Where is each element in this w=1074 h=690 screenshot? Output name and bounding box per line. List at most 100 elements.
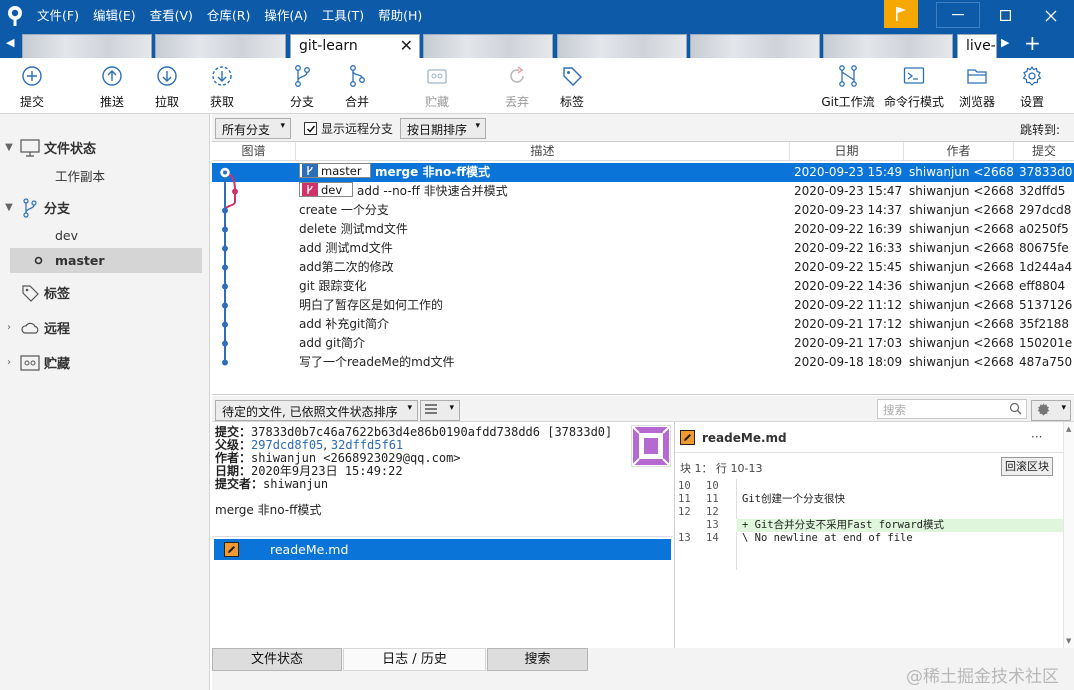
branch-label-badge[interactable]: dev (299, 182, 353, 197)
commit-node[interactable] (222, 207, 228, 214)
sort-dropdown[interactable]: 按日期排序 ▾ (400, 118, 486, 139)
menu-edit[interactable]: 编辑(E) (86, 0, 143, 31)
diff-scrollbar[interactable]: ▲ ▼ (1063, 422, 1074, 648)
stash-button[interactable]: 贮藏 (409, 62, 465, 110)
commit-row[interactable]: add git简介 2020-09-21 17:03 shiwanjun <2668… (212, 334, 1074, 353)
sidebar-file-status[interactable]: ▼ 文件状态 (0, 135, 210, 160)
commit-row[interactable]: master merge 非no-ff模式 2020-09-23 15:49 shiw… (212, 163, 1074, 182)
commit-node[interactable] (222, 283, 228, 290)
tab-repo-3[interactable] (423, 34, 553, 58)
tag-button[interactable]: 标签 (544, 62, 600, 110)
sidebar-stashes[interactable]: › 贮藏 (0, 350, 210, 375)
commit-row[interactable]: 写了一个readeMe的md文件 2020-09-18 18:09 shiwanju… (212, 353, 1074, 372)
maximize-button[interactable] (982, 0, 1028, 31)
show-remote-checkbox[interactable]: 显示远程分支 (304, 120, 393, 137)
column-graph[interactable]: 图谱 (212, 142, 296, 161)
menu-help[interactable]: 帮助(H) (371, 0, 429, 31)
commit-node[interactable] (222, 264, 228, 271)
pull-button[interactable]: 拉取 (139, 62, 195, 110)
commit-node[interactable] (222, 321, 228, 328)
file-row[interactable]: readeMe.md (214, 539, 671, 560)
tab-scroll-right-icon[interactable]: ▶ (1001, 36, 1009, 49)
sidebar-working-copy[interactable]: 工作副本 (0, 163, 210, 188)
tab-log-history[interactable]: 日志 / 历史 (343, 648, 486, 671)
checkbox-checked-icon[interactable] (304, 122, 317, 135)
tab-close-icon[interactable]: ✕ (400, 36, 413, 55)
diff-new-line-number: 10 (706, 480, 719, 492)
commit-button[interactable]: 提交 (4, 62, 60, 110)
tab-repo-6[interactable] (823, 34, 953, 58)
parent-link-1[interactable]: 297dcd8f05 (251, 438, 323, 452)
merge-button[interactable]: 合并 (329, 62, 385, 110)
column-description[interactable]: 描述 (296, 142, 790, 161)
terminal-button[interactable]: 命令行模式 (882, 62, 946, 110)
gitflow-button[interactable]: Git工作流 (818, 62, 878, 110)
commit-row[interactable]: 明白了暂存区是如何工作的 2020-09-22 11:12 shiwanjun <2… (212, 296, 1074, 315)
tab-search[interactable]: 搜索 (487, 648, 588, 671)
discard-button[interactable]: 丢弃 (489, 62, 545, 110)
branch-button[interactable]: 分支 (274, 62, 330, 110)
explorer-button[interactable]: 浏览器 (949, 62, 1005, 110)
commit-hash-cell: 32dffd5 (1019, 184, 1066, 198)
menu-action[interactable]: 操作(A) (257, 0, 314, 31)
commit-node[interactable] (222, 226, 228, 233)
chevron-right-icon[interactable]: › (0, 322, 18, 333)
new-tab-plus-icon[interactable]: + (1024, 31, 1041, 55)
sidebar-branch-dev[interactable]: dev (0, 223, 210, 248)
commit-row[interactable]: delete 测试md文件 2020-09-22 16:39 shiwanjun <… (212, 220, 1074, 239)
search-input[interactable]: 搜索 (877, 399, 1027, 419)
tab-repo-4[interactable] (557, 34, 687, 58)
more-options-icon[interactable]: ··· (1031, 430, 1042, 444)
tab-repo-5[interactable] (690, 34, 820, 58)
chevron-down-icon[interactable]: ▼ (0, 142, 18, 153)
view-mode-dropdown[interactable]: ▾ (420, 400, 460, 421)
tab-repo-1[interactable] (22, 34, 152, 58)
menu-view[interactable]: 查看(V) (143, 0, 200, 31)
column-date[interactable]: 日期 (790, 142, 904, 161)
discard-refresh-icon (489, 62, 545, 90)
minimize-button[interactable] (936, 2, 980, 28)
close-window-button[interactable] (1028, 0, 1074, 31)
column-commit[interactable]: 提交 (1014, 142, 1074, 161)
tag-icon (544, 62, 600, 90)
menu-repository[interactable]: 仓库(R) (200, 0, 257, 31)
parent-link-2[interactable]: 32dffd5f61 (331, 438, 403, 452)
sidebar-remotes[interactable]: › 远程 (0, 315, 210, 340)
tab-file-status[interactable]: 文件状态 (212, 648, 342, 671)
commit-node[interactable] (222, 302, 228, 309)
tab-live[interactable]: live- (957, 34, 997, 58)
commit-row[interactable]: git 跟踪变化 2020-09-22 14:36 shiwanjun <2668 e… (212, 277, 1074, 296)
commit-row[interactable]: add 测试md文件 2020-09-22 16:33 shiwanjun <266… (212, 239, 1074, 258)
diff-text: \ No newline at end of file (742, 532, 913, 544)
commit-row[interactable]: add第二次的修改 2020-09-22 15:45 shiwanjun <2668… (212, 258, 1074, 277)
current-branch-dot-icon (34, 254, 43, 268)
commit-row[interactable]: create 一个分支 2020-09-23 14:37 shiwanjun <26… (212, 201, 1074, 220)
commit-detail: 提交：37833d0b7c46a7622b63d4e86b0190afdd738… (212, 422, 673, 536)
menu-file[interactable]: 文件(F) (30, 0, 86, 31)
commit-node[interactable] (222, 245, 228, 252)
branch-filter-dropdown[interactable]: 所有分支 ▾ (215, 118, 291, 139)
commit-row[interactable]: add 补充git简介 2020-09-21 17:12 shiwanjun <26… (212, 315, 1074, 334)
revert-hunk-button[interactable]: 回滚区块 (1001, 457, 1053, 476)
push-button[interactable]: 推送 (84, 62, 140, 110)
tab-repo-2[interactable] (155, 34, 286, 58)
settings-button[interactable]: 设置 (1004, 62, 1060, 110)
options-gear-dropdown[interactable]: ▾ (1031, 400, 1071, 421)
commit-node[interactable] (232, 188, 238, 195)
sidebar-branches[interactable]: ▼ 分支 (0, 195, 210, 220)
column-author[interactable]: 作者 (904, 142, 1014, 161)
commit-row[interactable]: dev add --no-ff 非快速合并模式 2020-09-23 15:47 sh… (212, 182, 1074, 201)
menu-tools[interactable]: 工具(T) (315, 0, 371, 31)
sidebar-tags[interactable]: 标签 (0, 280, 210, 305)
tab-git-learn[interactable]: git-learn ✕ (290, 34, 420, 59)
branch-label-badge[interactable]: master (299, 163, 371, 178)
tab-scroll-left-icon[interactable]: ◀ (6, 36, 14, 49)
file-sort-dropdown[interactable]: 待定的文件, 已依照文件状态排序 ▾ (215, 400, 418, 421)
chevron-down-icon[interactable]: ▼ (0, 202, 18, 213)
commit-node[interactable] (222, 359, 228, 366)
commit-node[interactable] (222, 340, 228, 347)
flag-icon[interactable] (884, 0, 918, 28)
fetch-button[interactable]: 获取 (194, 62, 250, 110)
chevron-right-icon[interactable]: › (0, 357, 18, 368)
sidebar-branch-master[interactable]: master (10, 248, 202, 273)
